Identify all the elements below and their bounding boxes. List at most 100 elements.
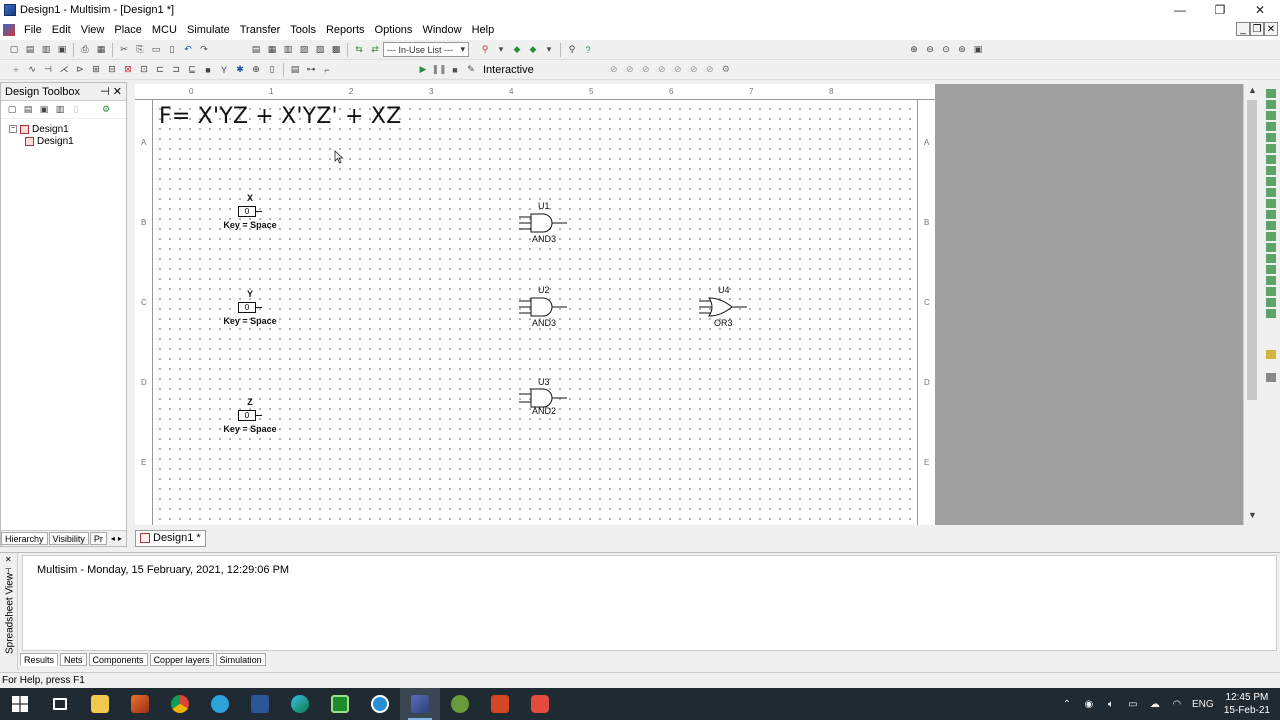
minimize-button[interactable]: — — [1160, 0, 1200, 20]
green-probe-dropdown-icon[interactable]: ▾ — [542, 43, 556, 57]
multisim-taskbar-icon[interactable] — [400, 688, 440, 720]
file-explorer-icon[interactable] — [80, 688, 120, 720]
results-log[interactable]: Multisim - Monday, 15 February, 2021, 12… — [22, 555, 1277, 651]
tray-chevron-up-icon[interactable]: ⌃ — [1059, 698, 1075, 710]
place-source-icon[interactable]: ÷ — [9, 63, 23, 77]
place-misc-digital-icon[interactable]: ⊠ — [121, 63, 135, 77]
place-transistor-icon[interactable]: ⋌ — [57, 63, 71, 77]
open-file-icon[interactable]: ▤ — [23, 43, 37, 57]
virtual-instrument-6-icon[interactable]: ⊘ — [687, 63, 701, 77]
matlab-icon[interactable] — [120, 688, 160, 720]
oscilloscope-icon[interactable] — [1266, 122, 1276, 131]
toggle-spreadsheet-icon[interactable]: ▦ — [265, 43, 279, 57]
delete-design-icon[interactable]: ▯ — [69, 103, 83, 117]
screen-recorder-icon[interactable] — [520, 688, 560, 720]
switch-x-name[interactable]: X — [245, 193, 255, 203]
place-rf-icon[interactable]: Y — [217, 63, 231, 77]
pause-simulation-icon[interactable]: ❚❚ — [431, 63, 446, 77]
place-electromechanical-icon[interactable]: ✱ — [233, 63, 247, 77]
and-gate-u2[interactable] — [519, 296, 569, 318]
pin-icon[interactable]: ⊣ — [100, 86, 110, 98]
print-icon[interactable]: ⎙ — [78, 43, 92, 57]
telegram-icon[interactable] — [200, 688, 240, 720]
scroll-down-icon[interactable]: ▼ — [1244, 510, 1261, 524]
paste-icon[interactable]: ▭ — [149, 43, 163, 57]
edge-icon[interactable] — [280, 688, 320, 720]
open-design-icon[interactable]: ▤ — [21, 103, 35, 117]
tab-nets[interactable]: Nets — [60, 653, 87, 666]
close-button[interactable]: ✕ — [1240, 0, 1280, 20]
canvas-vertical-scrollbar[interactable]: ▲ ▼ — [1243, 84, 1260, 525]
current-probe-icon[interactable] — [1266, 309, 1276, 318]
cut-icon[interactable]: ✂ — [117, 43, 131, 57]
menu-window[interactable]: Window — [417, 20, 466, 40]
or-gate-u4[interactable] — [699, 296, 749, 318]
wire-icon[interactable]: ⌐ — [320, 63, 334, 77]
tab-components[interactable]: Components — [88, 653, 148, 666]
place-ttl-icon[interactable]: ⊞ — [89, 63, 103, 77]
place-indicator-icon[interactable]: ⊏ — [153, 63, 167, 77]
interactive-mode-icon[interactable]: ✎ — [464, 63, 478, 77]
virtual-instrument-3-icon[interactable]: ⊘ — [639, 63, 653, 77]
gate-u2-ref[interactable]: U2 — [538, 285, 550, 295]
switch-z-body[interactable]: 0 — [238, 410, 256, 421]
place-mixed-icon[interactable]: ⊡ — [137, 63, 151, 77]
boolean-formula-text[interactable]: F= X'YZ + X'YZ' + XZ — [159, 104, 401, 129]
frequency-counter-icon[interactable] — [1266, 155, 1276, 164]
virtual-instrument-7-icon[interactable]: ⊘ — [703, 63, 717, 77]
bus-icon[interactable]: ⊶ — [304, 63, 318, 77]
distortion-analyzer-icon[interactable] — [1266, 210, 1276, 219]
scroll-up-icon[interactable]: ▲ — [1244, 85, 1261, 99]
postprocessor-icon[interactable]: ▧ — [313, 43, 327, 57]
green-probe-icon[interactable]: ◆ — [510, 43, 524, 57]
place-advanced-peripherals-icon[interactable]: ■ — [201, 63, 215, 77]
gate-u3-ref[interactable]: U3 — [538, 377, 550, 387]
new-design-icon[interactable]: ▢ — [5, 103, 19, 117]
chrome-icon[interactable] — [160, 688, 200, 720]
settings-gear-icon[interactable]: ⚙ — [719, 63, 733, 77]
tab-hierarchy[interactable]: Hierarchy — [1, 532, 48, 545]
grapher-icon[interactable]: ▨ — [297, 43, 311, 57]
tray-network-app-icon[interactable]: ◉ — [1081, 698, 1097, 710]
menu-file[interactable]: File — [19, 20, 47, 40]
collapse-icon[interactable]: − — [9, 125, 17, 133]
logic-converter-icon[interactable] — [1266, 177, 1276, 186]
tab-results[interactable]: Results — [20, 653, 59, 666]
save-design-icon[interactable]: ▣ — [37, 103, 51, 117]
place-misc-icon[interactable]: ⊑ — [185, 63, 199, 77]
zoom-area-icon[interactable]: ⊙ — [939, 43, 953, 57]
green-probe-2-icon[interactable]: ◆ — [526, 43, 540, 57]
document-menu-icon[interactable] — [3, 24, 15, 36]
database-manager-icon[interactable]: ▥ — [281, 43, 295, 57]
place-ni-icon[interactable]: ⊕ — [249, 63, 263, 77]
gate-u1-ref[interactable]: U1 — [538, 201, 550, 211]
spectrum-analyzer-icon[interactable] — [1266, 221, 1276, 230]
back-annotate-icon[interactable]: ⇆ — [352, 43, 366, 57]
forward-annotate-icon[interactable]: ⇄ — [368, 43, 382, 57]
place-basic-icon[interactable]: ∿ — [25, 63, 39, 77]
open-folder-icon[interactable]: ▥ — [39, 43, 53, 57]
and-gate-u1[interactable] — [519, 212, 569, 234]
tab-simulation[interactable]: Simulation — [215, 653, 266, 666]
tray-clock[interactable]: 12:45 PM 15-Feb-21 — [1224, 691, 1270, 717]
tab-scroll-right-icon[interactable]: ▸ — [118, 534, 122, 543]
windows-start-icon[interactable] — [0, 688, 40, 720]
powerpoint-icon[interactable] — [480, 688, 520, 720]
probe-icon[interactable]: ⚲ — [478, 43, 492, 57]
menu-transfer[interactable]: Transfer — [235, 20, 286, 40]
menu-options[interactable]: Options — [370, 20, 418, 40]
labview-instrument-icon[interactable] — [1266, 287, 1276, 296]
delete-icon[interactable]: ▯ — [165, 43, 179, 57]
agilent-oscilloscope-icon[interactable] — [1266, 265, 1276, 274]
gate-u4-ref[interactable]: U4 — [718, 285, 730, 295]
save-icon[interactable]: ▣ — [55, 43, 69, 57]
tray-cloud-icon[interactable]: ☁︎ — [1147, 698, 1163, 710]
ni-elvis-icon[interactable] — [1266, 298, 1276, 307]
tab-design1[interactable]: Design1 * — [135, 529, 206, 547]
menu-place[interactable]: Place — [109, 20, 147, 40]
electrical-rules-icon[interactable]: ▩ — [329, 43, 343, 57]
place-diode-icon[interactable]: ⊣ — [41, 63, 55, 77]
schematic-workspace[interactable]: 0 1 2 3 4 5 6 7 8 A B C D E A B C D E F=… — [135, 84, 1260, 525]
close-icon[interactable]: ✕ — [113, 86, 122, 98]
word-generator-icon[interactable] — [1266, 166, 1276, 175]
